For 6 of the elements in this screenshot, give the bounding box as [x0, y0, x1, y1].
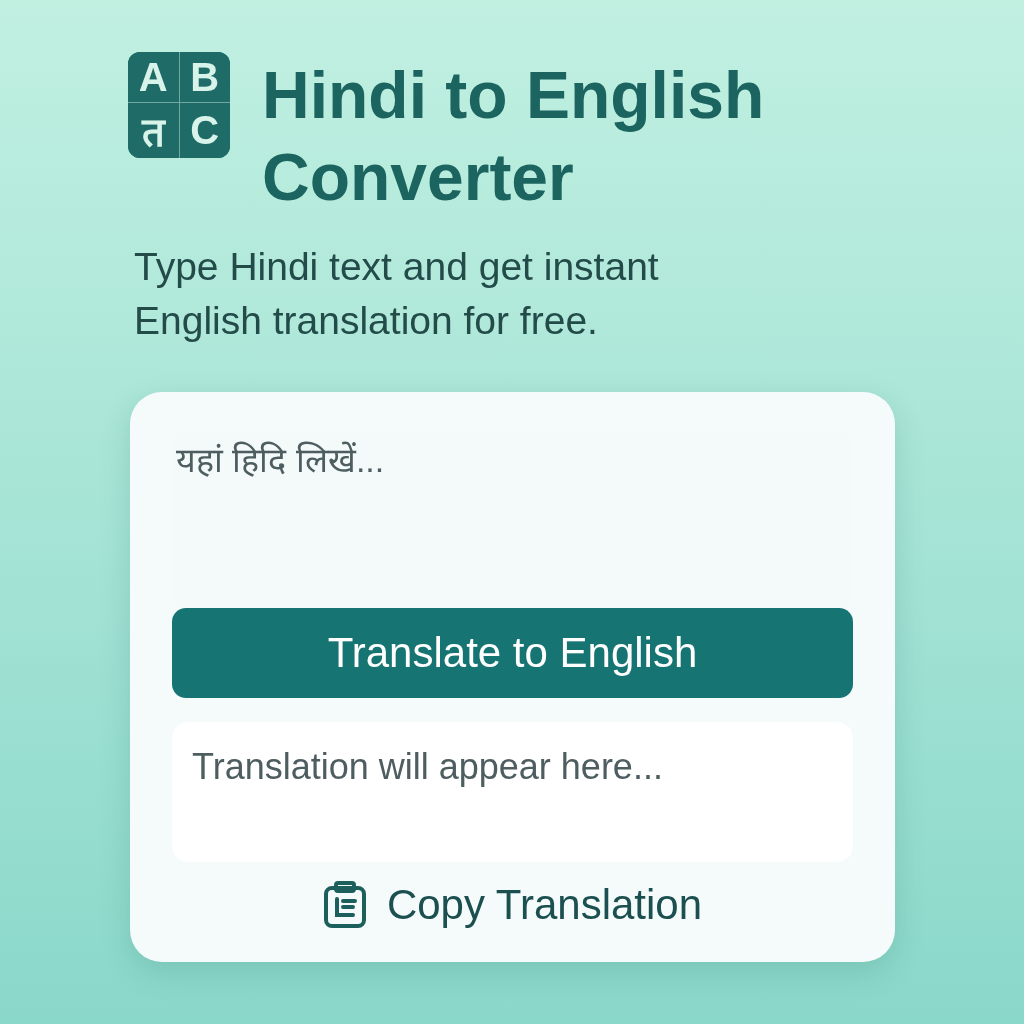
output-field[interactable]: Translation will appear here...	[172, 722, 853, 862]
clipboard-icon	[322, 881, 367, 929]
copy-button[interactable]: Copy Translation	[316, 880, 709, 930]
subtitle: Type Hindi text and get instant English translation for free.	[134, 244, 660, 344]
translate-button[interactable]: Translate to English	[172, 608, 853, 698]
page-title: Hindi to English Converter	[262, 57, 766, 216]
